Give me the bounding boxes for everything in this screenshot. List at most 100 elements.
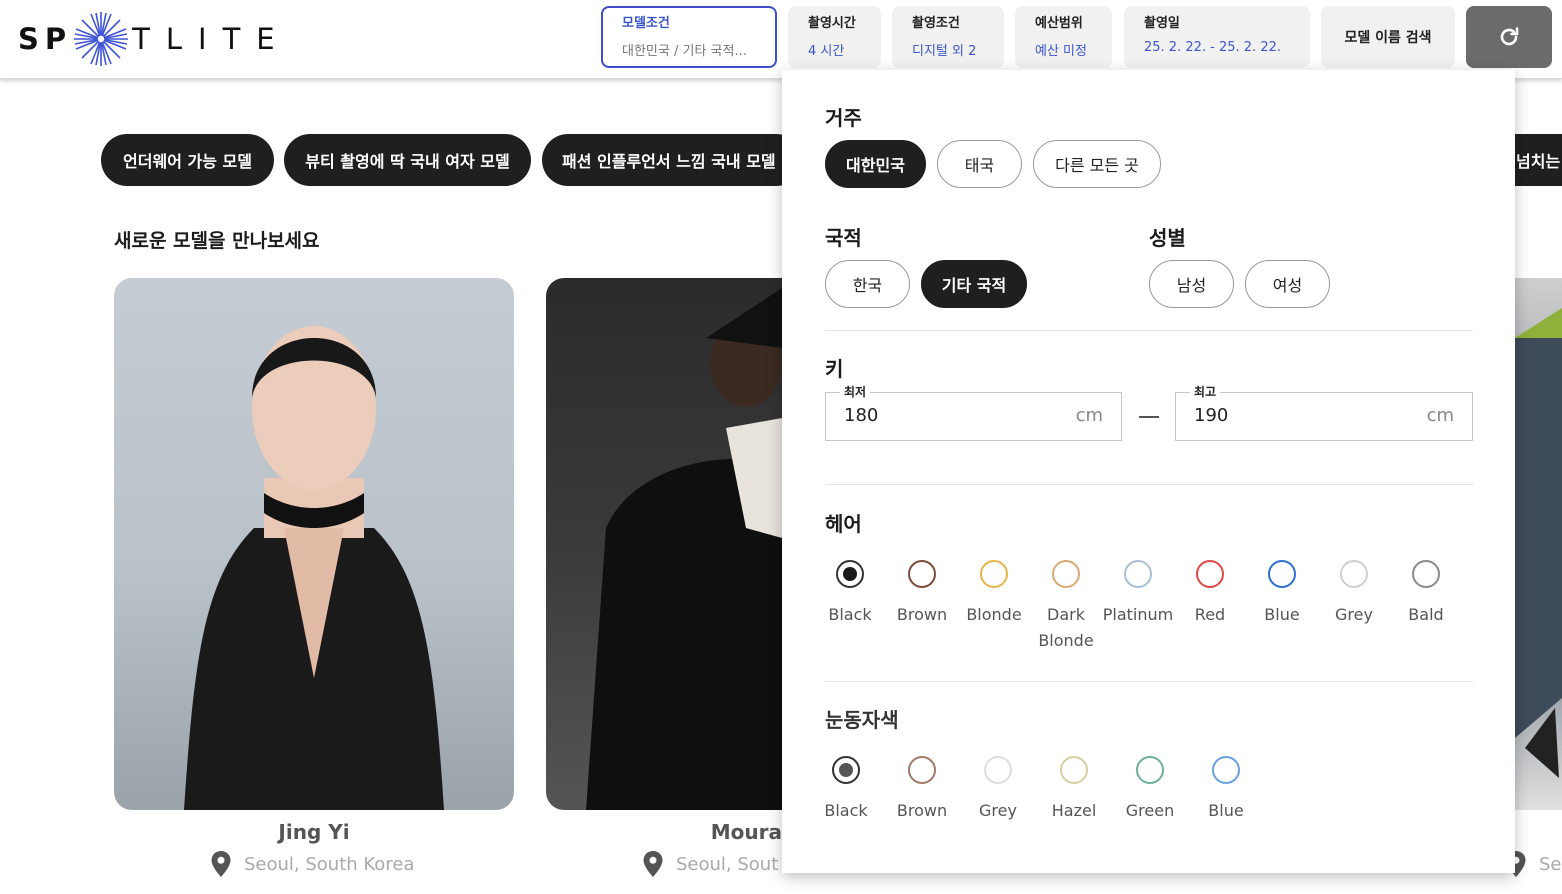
gender-option-male[interactable]: 남성: [1149, 260, 1234, 308]
filter-label: 예산범위: [1035, 16, 1083, 31]
filter-label: 촬영일: [1144, 16, 1180, 31]
color-swatch-radio[interactable]: [1212, 756, 1240, 784]
model-photo[interactable]: [114, 278, 514, 810]
filter-shoot-duration[interactable]: 촬영시간 4 시간: [788, 6, 881, 68]
model-portrait-image: [1515, 308, 1562, 778]
color-name-label: Grey: [1335, 605, 1373, 624]
height-unit: cm: [1426, 405, 1454, 426]
filter-value: 디지털 외 2: [912, 44, 977, 59]
color-swatch-radio[interactable]: [1196, 560, 1224, 588]
eye-option-blue[interactable]: Blue: [1190, 756, 1262, 824]
location-pin-icon: [211, 851, 231, 877]
height-min-input[interactable]: 최저 180 cm: [825, 383, 1122, 441]
model-name-search-button[interactable]: 모델 이름 검색: [1321, 6, 1455, 68]
color-swatch-radio[interactable]: [1412, 560, 1440, 588]
color-swatch-radio[interactable]: [1060, 756, 1088, 784]
hair-option-bald[interactable]: Bald: [1390, 560, 1462, 628]
residence-option-elsewhere[interactable]: 다른 모든 곳: [1033, 140, 1161, 188]
color-swatch-radio[interactable]: [984, 756, 1012, 784]
section-title: 새로운 모델을 만나보세요: [114, 230, 320, 252]
color-swatch-radio[interactable]: [1124, 560, 1152, 588]
model-portrait-image: [586, 288, 782, 810]
height-label: 키: [825, 357, 844, 381]
eye-option-grey[interactable]: Grey: [962, 756, 1034, 824]
nationality-label: 국적: [825, 226, 862, 250]
filter-model-conditions[interactable]: 모델조건 대한민국 / 기타 국적...: [601, 6, 777, 68]
eye-option-green[interactable]: Green: [1114, 756, 1186, 824]
filter-label: 촬영시간: [808, 16, 856, 31]
color-swatch-radio[interactable]: [908, 756, 936, 784]
gender-label: 성별: [1149, 226, 1186, 250]
color-swatch-radio[interactable]: [908, 560, 936, 588]
model-location: Seoul, Sout: [642, 850, 782, 878]
logo-text-right: TLITE: [132, 22, 291, 56]
color-name-label: Blue: [1264, 605, 1300, 624]
color-swatch-radio[interactable]: [832, 756, 860, 784]
hair-option-blonde[interactable]: Blonde: [958, 560, 1030, 628]
filter-value: 25. 2. 22. - 25. 2. 22.: [1144, 40, 1281, 55]
model-location: Seoul, South Korea: [210, 850, 470, 878]
model-photo[interactable]: [546, 278, 782, 810]
hair-option-grey[interactable]: Grey: [1318, 560, 1390, 628]
filter-budget-range[interactable]: 예산범위 예산 미정: [1015, 6, 1112, 68]
color-name-label: Red: [1194, 605, 1226, 624]
range-dash: [1139, 416, 1159, 418]
reset-button[interactable]: [1466, 6, 1552, 68]
eye-option-black[interactable]: Black: [810, 756, 882, 824]
hair-option-red[interactable]: Red: [1174, 560, 1246, 628]
color-name-label: Brown: [896, 605, 948, 624]
color-swatch-radio[interactable]: [1052, 560, 1080, 588]
color-name-label: Hazel: [1051, 801, 1097, 820]
model-photo[interactable]: [1515, 278, 1562, 810]
gender-option-female[interactable]: 여성: [1245, 260, 1330, 308]
height-min-value: 180: [844, 405, 879, 426]
hair-option-dark-blonde[interactable]: Dark Blonde: [1030, 560, 1102, 654]
nationality-option-other[interactable]: 기타 국적: [921, 260, 1027, 308]
color-name-label: Brown: [896, 801, 948, 820]
divider: [825, 484, 1473, 485]
height-max-caption: 최고: [1190, 383, 1221, 400]
sunburst-logo-icon: [74, 12, 129, 66]
hair-option-blue[interactable]: Blue: [1246, 560, 1318, 628]
model-name[interactable]: Moura: [546, 820, 782, 844]
eye-color-label: 눈동자색: [825, 708, 899, 732]
filter-value: 예산 미정: [1035, 44, 1087, 59]
filter-value: 4 시간: [808, 44, 845, 59]
filter-shoot-conditions[interactable]: 촬영조건 디지털 외 2: [892, 6, 1004, 68]
spotlite-logo[interactable]: SP TLITE: [18, 10, 291, 68]
color-swatch-radio[interactable]: [1340, 560, 1368, 588]
location-text: Seoul, Sout: [676, 853, 779, 875]
color-swatch-radio[interactable]: [980, 560, 1008, 588]
color-swatch-radio[interactable]: [1136, 756, 1164, 784]
hair-option-platinum[interactable]: Platinum: [1102, 560, 1174, 628]
model-name-text: Moura: [710, 820, 782, 844]
residence-option-korea[interactable]: 대한민국: [825, 140, 926, 188]
divider: [825, 681, 1473, 682]
color-name-label: Grey: [979, 801, 1017, 820]
filter-label: 모델조건: [622, 16, 670, 31]
residence-option-thailand[interactable]: 태국: [937, 140, 1022, 188]
hair-label: 헤어: [825, 512, 862, 536]
model-portrait-image: [184, 326, 444, 810]
filter-label: 촬영조건: [912, 16, 960, 31]
hair-option-brown[interactable]: Brown: [886, 560, 958, 628]
divider: [825, 330, 1473, 331]
filter-shoot-date[interactable]: 촬영일 25. 2. 22. - 25. 2. 22.: [1124, 6, 1310, 68]
location-text: Se: [1539, 853, 1562, 875]
color-name-label: Bald: [1408, 605, 1444, 624]
color-swatch-radio[interactable]: [1268, 560, 1296, 588]
height-max-input[interactable]: 최고 190 cm: [1175, 383, 1473, 441]
color-name-label: Green: [1125, 801, 1175, 820]
location-pin-icon: [643, 851, 663, 877]
height-unit: cm: [1075, 405, 1103, 426]
tag-chip[interactable]: 뷰티 촬영에 딱 국내 여자 모델: [284, 134, 531, 186]
eye-option-brown[interactable]: Brown: [886, 756, 958, 824]
color-swatch-radio[interactable]: [836, 560, 864, 588]
model-name[interactable]: Jing Yi: [114, 820, 514, 844]
hair-option-black[interactable]: Black: [814, 560, 886, 628]
nationality-option-korean[interactable]: 한국: [825, 260, 910, 308]
tag-chip[interactable]: 패션 인플루언서 느낌 국내 모델: [542, 134, 802, 186]
tag-chip[interactable]: 언더웨어 가능 모델: [101, 134, 274, 186]
logo-text-left: SP: [18, 22, 73, 56]
eye-option-hazel[interactable]: Hazel: [1038, 756, 1110, 824]
